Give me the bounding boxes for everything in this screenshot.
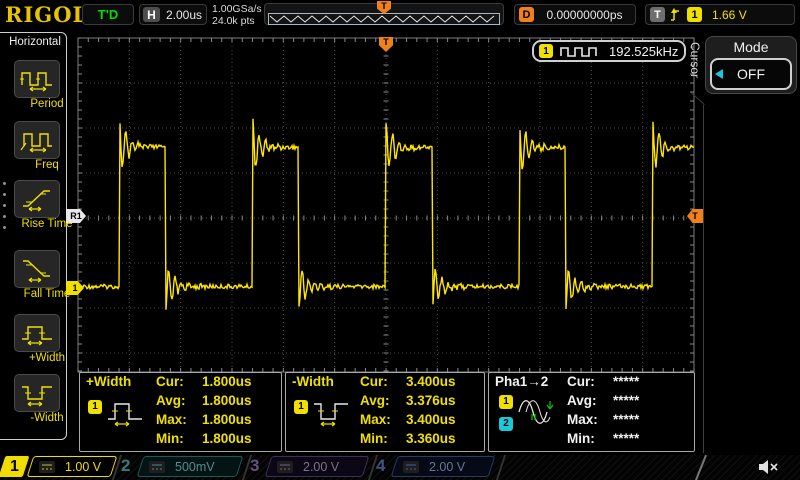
horizontal-timebase-box[interactable]: H 2.00us [139, 4, 207, 25]
ch4-coupling-icon [403, 461, 419, 473]
rise-time-icon [19, 185, 55, 213]
delay-value: 0.00000000ps [546, 8, 622, 22]
rising-edge-icon [669, 6, 682, 23]
memory-depth: 24.0k pts [212, 15, 262, 27]
ch4-scale: 2.00 V [429, 460, 465, 474]
ch2-coupling-icon [149, 461, 165, 473]
neg-width-measure-icon [312, 395, 352, 429]
frequency-counter-badge: 1 192.525kHz [532, 40, 686, 62]
acquisition-info: 1.00GSa/s 24.0k pts [212, 3, 262, 27]
speaker-muted-icon[interactable] [757, 458, 781, 476]
ch2-scale-box[interactable]: 500mV [137, 456, 244, 477]
trigger-badge: T [650, 7, 665, 22]
ch1-badge: 1 [499, 395, 513, 409]
ch1-badge: 1 [88, 400, 102, 414]
trigger-status-text: T'D [98, 7, 118, 22]
waveform-display [77, 36, 695, 373]
square-wave-icon [559, 44, 601, 58]
channel-status-bar: 1 1.00 V 2 500mV 3 2.00 V 4 [0, 455, 800, 480]
trigger-status-box[interactable]: T'D [82, 4, 134, 25]
sidebar-item-freq[interactable]: Freq [14, 121, 80, 171]
sidebar-page-dots [3, 182, 6, 229]
ch3-number[interactable]: 3 [250, 456, 259, 476]
trigger-delay-box[interactable]: D 0.00000000ps [514, 4, 636, 25]
ch3-scale: 2.00 V [303, 460, 339, 474]
ch1-badge: 1 [294, 400, 308, 414]
h-badge: H [143, 7, 160, 22]
ch2-badge: 2 [499, 417, 513, 431]
sidebar-item-period[interactable]: Period [14, 60, 80, 110]
cursor-menu-label: Cursor [688, 42, 702, 78]
trigger-settings-box[interactable]: T 1 1.66 V [645, 4, 795, 25]
trigger-level-value: 1.66 V [712, 8, 747, 22]
mode-title: Mode [706, 39, 796, 55]
freq-channel-badge: 1 [539, 44, 553, 58]
phase-measure-icon [517, 395, 555, 429]
fall-time-icon [19, 255, 55, 283]
mode-value: OFF [737, 66, 765, 82]
cursor-mode-off-button[interactable]: OFF [710, 58, 792, 90]
delay-badge: D [519, 7, 534, 22]
sidebar-item-pos-width[interactable]: +Width [14, 314, 80, 364]
timebase-value: 2.00us [166, 8, 202, 22]
ch3-scale-box[interactable]: 2.00 V [265, 456, 370, 477]
measure-panel-pos-width[interactable]: +Width 1 Cur:1.800us Avg:1.800us Max:1.8… [79, 372, 282, 452]
trigger-source-badge: 1 [687, 7, 702, 22]
freq-value: 192.525kHz [609, 44, 678, 59]
top-status-bar: RIGOL T'D H 2.00us 1.00GSa/s 24.0k pts T… [0, 0, 800, 30]
pos-width-measure-icon [106, 395, 146, 429]
period-icon [19, 65, 55, 93]
ch2-number[interactable]: 2 [121, 456, 130, 476]
neg-width-icon [19, 379, 55, 407]
pos-width-icon [19, 319, 55, 347]
ch1-scale-box[interactable]: 1.00 V [27, 456, 118, 477]
ch2-scale: 500mV [175, 460, 215, 474]
sidebar-title: Horizontal [4, 36, 66, 48]
cursor-mode-panel: Mode OFF [705, 36, 797, 94]
sample-rate: 1.00GSa/s [212, 3, 262, 15]
sidebar-item-neg-width[interactable]: -Width [14, 374, 80, 424]
ch4-number[interactable]: 4 [376, 456, 385, 476]
ch4-scale-box[interactable]: 2.00 V [391, 456, 496, 477]
rigol-logo: RIGOL [5, 2, 88, 27]
left-arrow-icon [715, 69, 723, 79]
measure-panel-phase[interactable]: Pha1→2 1 2 Cur:***** Avg:***** Max:*****… [488, 372, 695, 452]
freq-icon [19, 126, 55, 154]
measure-panel-neg-width[interactable]: -Width 1 Cur:3.400us Avg:3.376us Max:3.4… [285, 372, 485, 452]
ch1-coupling-icon [39, 461, 55, 473]
ch1-scale: 1.00 V [65, 460, 101, 474]
menu-separator [703, 105, 704, 453]
ch3-coupling-icon [277, 461, 293, 473]
